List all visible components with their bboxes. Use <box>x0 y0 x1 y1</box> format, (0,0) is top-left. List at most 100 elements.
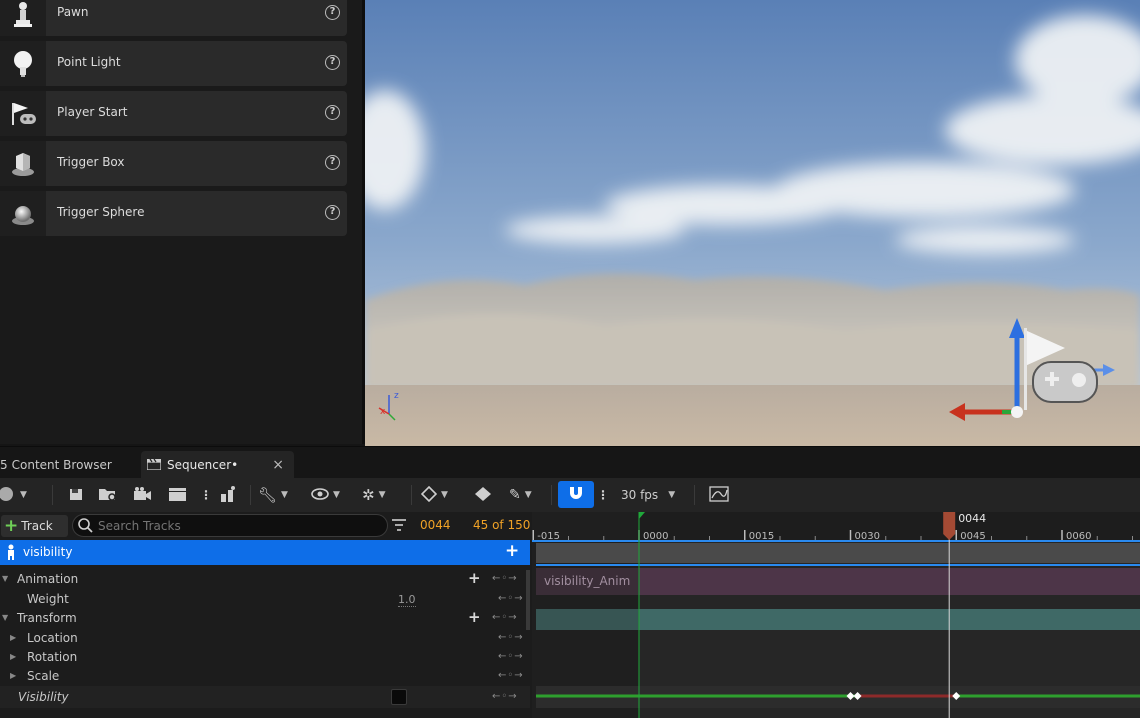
tab-content-browser[interactable]: 5 Content Browser <box>0 451 138 479</box>
playhead-frame-label: 0044 <box>958 512 986 525</box>
director-button[interactable] <box>218 482 238 508</box>
place-item-point-light[interactable]: Point Light ? <box>0 41 347 86</box>
point-light-icon <box>0 41 46 86</box>
frame-rate-value: 30 fps <box>621 488 659 502</box>
add-icon[interactable]: + <box>505 541 519 561</box>
render-movie-button[interactable] <box>168 482 188 508</box>
chevron-down-icon: ▼ <box>281 490 288 500</box>
filter-icon[interactable] <box>391 518 407 535</box>
track-label: Scale <box>27 669 60 683</box>
folder-search-icon <box>98 486 118 505</box>
save-sequence-button[interactable] <box>68 482 84 508</box>
actor-binding-section[interactable] <box>536 543 1140 563</box>
curve-editor-icon <box>709 485 729 505</box>
snapping-toggle[interactable] <box>558 481 594 508</box>
sequencer-track-tree: + Track 0044 45 of 150 visibility + ▼ An… <box>0 512 532 718</box>
keyframe-nav-icon[interactable]: ←◦→ <box>498 632 524 643</box>
help-icon[interactable]: ? <box>325 105 340 120</box>
actor-binding-icon <box>4 544 18 563</box>
chevron-down-icon: ▼ <box>441 490 448 500</box>
vertical-dots-icon: ⋮ <box>200 488 212 502</box>
expand-arrow-icon[interactable]: ▶ <box>10 671 16 680</box>
keyframe-nav-icon[interactable]: ←◦→ <box>498 670 524 681</box>
place-item-trigger-box[interactable]: Trigger Box ? <box>0 141 347 186</box>
toolbar-separator <box>250 485 251 505</box>
sequencer-clapper-icon <box>146 458 162 473</box>
auto-key-button[interactable] <box>474 482 492 508</box>
help-icon[interactable]: ? <box>325 55 340 70</box>
help-icon[interactable]: ? <box>325 155 340 170</box>
help-icon[interactable]: ? <box>325 205 340 220</box>
edit-mode-dropdown[interactable]: ✎ ▼ <box>509 482 532 508</box>
sequencer-toolbar: ▼ ⋮ 🔧︎ ▼ ▼ ✲ ▼ ▼ ✎ ▼ ⋮ 30 fps ▼ <box>0 478 1140 512</box>
place-item-pawn[interactable]: Pawn ? <box>0 0 347 36</box>
more-options-button[interactable]: ⋮ <box>200 482 212 508</box>
frame-count-label: 45 of 150 <box>473 518 531 532</box>
snapping-options-button[interactable]: ⋮ <box>597 482 609 508</box>
vertical-dots-icon: ⋮ <box>597 488 609 502</box>
playhead-handle[interactable] <box>943 512 956 540</box>
world-button[interactable]: ▼ <box>0 482 27 508</box>
track-tree-header: + Track 0044 45 of 150 <box>0 512 532 539</box>
key-options-dropdown[interactable]: ▼ <box>420 482 448 508</box>
pencil-icon: ✎ <box>509 487 521 503</box>
content-browser-icon: 5 <box>0 458 8 472</box>
expand-arrow-icon[interactable]: ▼ <box>2 613 8 622</box>
weight-value-field[interactable]: 1.0 <box>398 593 416 607</box>
search-tracks-input[interactable] <box>98 517 378 534</box>
diamond-key-icon <box>420 485 438 505</box>
sequencer-timeline[interactable]: -015 0000 0015 0030 0045 0060 visibility_Anim… <box>532 512 1140 718</box>
toolbar-separator <box>411 485 412 505</box>
camera-icon <box>132 486 152 505</box>
keyframe-nav-icon[interactable]: ←◦→ <box>492 573 518 584</box>
track-row-weight[interactable]: Weight 1.0 ←◦→ <box>0 590 530 609</box>
close-tab-icon[interactable]: × <box>272 457 284 473</box>
camera-button[interactable] <box>132 482 152 508</box>
curve-editor-button[interactable] <box>709 482 729 508</box>
tools-dropdown[interactable]: 🔧︎ ▼ <box>258 482 288 508</box>
tree-scrollbar[interactable] <box>526 570 530 630</box>
place-item-player-start[interactable]: Player Start ? <box>0 91 347 136</box>
sparkle-gear-icon: ✲ <box>362 486 375 504</box>
search-tracks-field[interactable] <box>72 514 388 537</box>
current-frame-field[interactable]: 0044 <box>420 518 451 532</box>
level-viewport[interactable]: z x <box>365 0 1140 446</box>
find-in-content-button[interactable] <box>98 482 118 508</box>
track-row-visibility[interactable]: Visibility ←◦→ <box>0 686 530 708</box>
pawn-icon <box>0 0 46 36</box>
add-track-button[interactable]: + Track <box>1 515 68 537</box>
expand-arrow-icon[interactable]: ▶ <box>10 652 16 661</box>
help-icon[interactable]: ? <box>325 5 340 20</box>
director-icon <box>218 485 238 506</box>
save-icon <box>68 486 84 505</box>
expand-arrow-icon[interactable]: ▶ <box>10 633 16 642</box>
tab-label: Sequencer• <box>167 458 239 472</box>
place-item-label: Trigger Box <box>57 155 125 169</box>
track-row-visibility-actor[interactable]: visibility + <box>0 540 530 565</box>
track-row-location[interactable]: ▶ Location ←◦→ <box>0 629 530 648</box>
add-icon[interactable]: + <box>468 608 481 626</box>
place-item-trigger-sphere[interactable]: Trigger Sphere ? <box>0 191 347 236</box>
timeline-canvas[interactable]: -015 0000 0015 0030 0045 0060 visibility_Anim… <box>532 512 1140 718</box>
track-row-animation[interactable]: ▼ Animation + ←◦→ <box>0 569 530 589</box>
track-label: Weight <box>27 592 69 606</box>
keyframe-nav-icon[interactable]: ←◦→ <box>492 691 518 702</box>
visibility-checkbox[interactable] <box>391 689 407 705</box>
magnet-icon <box>568 485 584 504</box>
tab-sequencer[interactable]: Sequencer• × <box>141 451 294 479</box>
track-row-scale[interactable]: ▶ Scale ←◦→ <box>0 667 530 686</box>
expand-arrow-icon[interactable]: ▼ <box>2 574 8 583</box>
view-options-dropdown[interactable]: ▼ <box>311 482 340 508</box>
keyframe-nav-icon[interactable]: ←◦→ <box>498 593 524 604</box>
playback-options-dropdown[interactable]: ✲ ▼ <box>362 482 386 508</box>
track-row-rotation[interactable]: ▶ Rotation ←◦→ <box>0 648 530 667</box>
editor-tab-bar: 5 Content Browser Sequencer• × <box>0 446 1140 479</box>
keyframe-nav-icon[interactable]: ←◦→ <box>498 651 524 662</box>
keyframe-nav-icon[interactable]: ←◦→ <box>492 612 518 623</box>
track-label: Rotation <box>27 650 78 664</box>
frame-rate-dropdown[interactable]: 30 fps ▼ <box>621 482 675 508</box>
animation-section-label: visibility_Anim <box>544 574 630 588</box>
track-label: Animation <box>17 572 79 586</box>
track-row-transform[interactable]: ▼ Transform + ←◦→ <box>0 608 530 628</box>
add-icon[interactable]: + <box>468 569 481 587</box>
